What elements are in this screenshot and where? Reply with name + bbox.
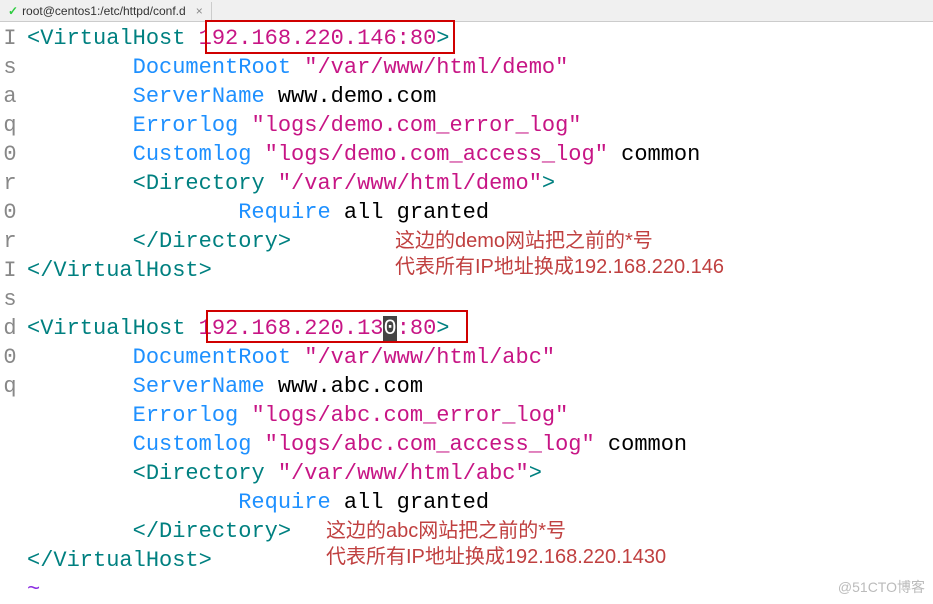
tilde-marker: ~ [27, 577, 40, 602]
watermark: @51CTO博客 [838, 577, 925, 597]
gutter: I s a q 0 r 0 r I s d 0 q [0, 24, 20, 401]
tab-bar: ✓ root@centos1:/etc/httpd/conf.d × [0, 0, 933, 22]
editor-tab[interactable]: ✓ root@centos1:/etc/httpd/conf.d × [0, 2, 212, 20]
vh2-ip: 192.168.220.130:80 [199, 316, 437, 341]
tab-status-icon: ✓ [8, 4, 18, 18]
vh1-ip: 192.168.220.146:80 [199, 26, 437, 51]
annotation-2: 这边的abc网站把之前的*号 代表所有IP地址换成192.168.220.143… [326, 518, 666, 570]
text-cursor: 0 [383, 316, 396, 341]
tab-title: root@centos1:/etc/httpd/conf.d [22, 4, 186, 18]
annotation-1: 这边的demo网站把之前的*号 代表所有IP地址换成192.168.220.14… [395, 228, 724, 280]
tab-close-icon[interactable]: × [196, 4, 203, 18]
editor-content[interactable]: <VirtualHost 192.168.220.146:80> Documen… [27, 24, 700, 604]
